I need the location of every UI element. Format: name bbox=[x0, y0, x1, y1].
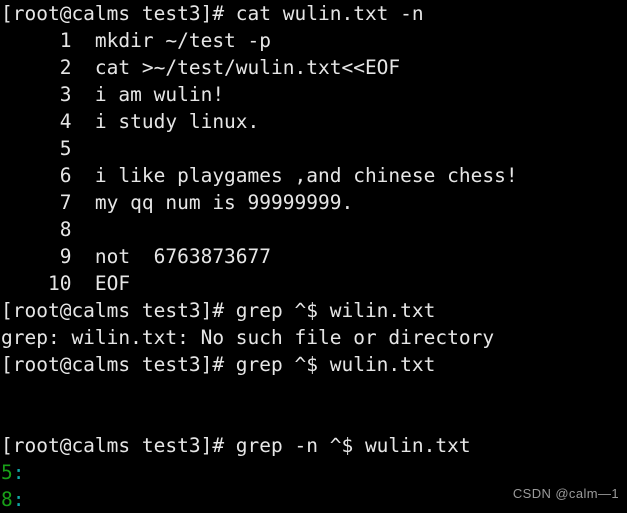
terminal-segment-cyan: : bbox=[12, 461, 25, 484]
terminal-segment-cyan: : bbox=[12, 488, 25, 511]
terminal-line-file-line: 2 cat >~/test/wulin.txt<<EOF bbox=[1, 56, 401, 79]
terminal-line-grep-match: 5: bbox=[0, 459, 627, 486]
terminal-line-file-line: 5 bbox=[1, 137, 72, 160]
terminal-line-file-line: 9 not 6763873677 bbox=[1, 245, 272, 268]
terminal-line-command: [root@calms test3]# cat wulin.txt -n bbox=[1, 2, 424, 25]
csdn-watermark: CSDN @calm—1 bbox=[512, 486, 619, 501]
terminal-line-file-line: 8 bbox=[1, 218, 72, 241]
terminal-output: [root@calms test3]# cat wulin.txt -n 1 m… bbox=[0, 0, 627, 513]
terminal-line-command: [root@calms test3]# grep ^$ wilin.txt bbox=[1, 299, 436, 322]
terminal-line-file-line: 10 EOF bbox=[1, 272, 131, 295]
terminal-line-file-line: 4 i study linux. bbox=[1, 110, 260, 133]
terminal-line-file-line: 3 i am wulin! bbox=[1, 83, 225, 106]
terminal-line-command: [root@calms test3]# grep ^$ wulin.txt bbox=[1, 353, 436, 376]
terminal-line-error: grep: wilin.txt: No such file or directo… bbox=[1, 326, 495, 349]
terminal-window[interactable]: [root@calms test3]# cat wulin.txt -n 1 m… bbox=[0, 0, 627, 513]
terminal-line-file-line: 7 my qq num is 99999999. bbox=[1, 191, 354, 214]
terminal-segment-green: 8 bbox=[1, 488, 13, 511]
terminal-line-file-line: 1 mkdir ~/test -p bbox=[1, 29, 272, 52]
terminal-segment-green: 5 bbox=[1, 461, 13, 484]
terminal-line-command: [root@calms test3]# grep -n ^$ wulin.txt bbox=[1, 434, 471, 457]
terminal-line-file-line: 6 i like playgames ,and chinese chess! bbox=[1, 164, 518, 187]
